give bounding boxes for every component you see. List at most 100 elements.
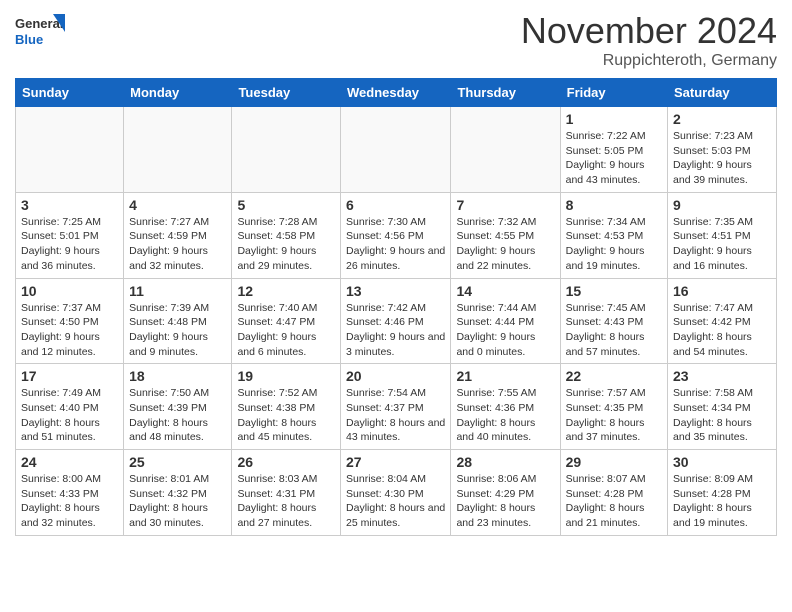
day-info: Sunrise: 8:00 AM Sunset: 4:33 PM Dayligh… [21,472,118,531]
weekday-header-row: Sunday Monday Tuesday Wednesday Thursday… [16,79,777,107]
day-number: 24 [21,454,118,470]
calendar-cell: 12 Sunrise: 7:40 AM Sunset: 4:47 PM Dayli… [232,278,341,364]
day-info: Sunrise: 7:52 AM Sunset: 4:38 PM Dayligh… [237,386,335,445]
calendar-cell: 1Sunrise: 7:22 AM Sunset: 5:05 PM Daylig… [560,107,667,193]
calendar-cell: 25 Sunrise: 8:01 AM Sunset: 4:32 PM Dayli… [124,450,232,536]
day-number: 20 [346,368,445,384]
week-row-3: 10 Sunrise: 7:37 AM Sunset: 4:50 PM Dayli… [16,278,777,364]
header-wednesday: Wednesday [341,79,451,107]
calendar-cell: 26 Sunrise: 8:03 AM Sunset: 4:31 PM Dayli… [232,450,341,536]
header-thursday: Thursday [451,79,560,107]
calendar-cell: 3 Sunrise: 7:25 AM Sunset: 5:01 PM Daylig… [16,192,124,278]
day-info: Sunrise: 7:44 AM Sunset: 4:44 PM Dayligh… [456,301,554,360]
day-info: Sunrise: 7:47 AM Sunset: 4:42 PM Dayligh… [673,301,771,360]
day-number: 5 [237,197,335,213]
day-number: 25 [129,454,226,470]
calendar-cell: 8 Sunrise: 7:34 AM Sunset: 4:53 PM Daylig… [560,192,667,278]
day-info: Sunrise: 7:34 AM Sunset: 4:53 PM Dayligh… [566,215,662,274]
day-number: 1 [566,111,662,127]
day-info: Sunrise: 7:55 AM Sunset: 4:36 PM Dayligh… [456,386,554,445]
title-section: November 2024 Ruppichteroth, Germany [521,10,777,70]
calendar-cell: 29 Sunrise: 8:07 AM Sunset: 4:28 PM Dayli… [560,450,667,536]
calendar-cell: 19 Sunrise: 7:52 AM Sunset: 4:38 PM Dayli… [232,364,341,450]
calendar-cell: 18 Sunrise: 7:50 AM Sunset: 4:39 PM Dayli… [124,364,232,450]
day-number: 9 [673,197,771,213]
calendar-cell: 30 Sunrise: 8:09 AM Sunset: 4:28 PM Dayli… [668,450,777,536]
day-number: 13 [346,283,445,299]
day-number: 27 [346,454,445,470]
day-info: Sunrise: 7:25 AM Sunset: 5:01 PM Dayligh… [21,215,118,274]
day-info: Sunrise: 7:30 AM Sunset: 4:56 PM Dayligh… [346,215,445,274]
day-number: 23 [673,368,771,384]
calendar-cell [124,107,232,193]
day-info: Sunrise: 7:40 AM Sunset: 4:47 PM Dayligh… [237,301,335,360]
page: General Blue November 2024 Ruppichteroth… [0,0,792,546]
day-info: Sunrise: 7:35 AM Sunset: 4:51 PM Dayligh… [673,215,771,274]
day-number: 6 [346,197,445,213]
svg-text:Blue: Blue [15,32,43,47]
day-number: 19 [237,368,335,384]
calendar-cell: 28 Sunrise: 8:06 AM Sunset: 4:29 PM Dayli… [451,450,560,536]
day-info: Sunrise: 8:06 AM Sunset: 4:29 PM Dayligh… [456,472,554,531]
day-number: 18 [129,368,226,384]
day-number: 30 [673,454,771,470]
calendar-cell: 2 Sunrise: 7:23 AM Sunset: 5:03 PM Daylig… [668,107,777,193]
day-number: 22 [566,368,662,384]
day-info: Sunrise: 8:09 AM Sunset: 4:28 PM Dayligh… [673,472,771,531]
day-number: 7 [456,197,554,213]
logo: General Blue [15,10,69,54]
calendar-cell: 24 Sunrise: 8:00 AM Sunset: 4:33 PM Dayli… [16,450,124,536]
day-info: Sunrise: 7:27 AM Sunset: 4:59 PM Dayligh… [129,215,226,274]
calendar-cell: 15Sunrise: 7:45 AM Sunset: 4:43 PM Dayli… [560,278,667,364]
day-info: Sunrise: 8:07 AM Sunset: 4:28 PM Dayligh… [566,472,662,531]
day-number: 4 [129,197,226,213]
location: Ruppichteroth, Germany [521,52,777,70]
calendar-cell: 9 Sunrise: 7:35 AM Sunset: 4:51 PM Daylig… [668,192,777,278]
header-friday: Friday [560,79,667,107]
day-number: 17 [21,368,118,384]
day-number: 16 [673,283,771,299]
day-info: Sunrise: 7:39 AM Sunset: 4:48 PM Dayligh… [129,301,226,360]
calendar-cell: 22 Sunrise: 7:57 AM Sunset: 4:35 PM Dayli… [560,364,667,450]
calendar: Sunday Monday Tuesday Wednesday Thursday… [15,78,777,536]
calendar-cell: 21Sunrise: 7:55 AM Sunset: 4:36 PM Dayli… [451,364,560,450]
day-info: Sunrise: 7:50 AM Sunset: 4:39 PM Dayligh… [129,386,226,445]
day-info: Sunrise: 7:49 AM Sunset: 4:40 PM Dayligh… [21,386,118,445]
calendar-cell [16,107,124,193]
day-info: Sunrise: 7:58 AM Sunset: 4:34 PM Dayligh… [673,386,771,445]
day-info: Sunrise: 7:45 AM Sunset: 4:43 PM Dayligh… [566,301,662,360]
day-info: Sunrise: 7:54 AM Sunset: 4:37 PM Dayligh… [346,386,445,445]
header-sunday: Sunday [16,79,124,107]
calendar-cell [341,107,451,193]
day-number: 12 [237,283,335,299]
day-number: 11 [129,283,226,299]
day-info: Sunrise: 8:04 AM Sunset: 4:30 PM Dayligh… [346,472,445,531]
day-number: 2 [673,111,771,127]
day-info: Sunrise: 8:01 AM Sunset: 4:32 PM Dayligh… [129,472,226,531]
header-saturday: Saturday [668,79,777,107]
calendar-cell [232,107,341,193]
day-info: Sunrise: 7:57 AM Sunset: 4:35 PM Dayligh… [566,386,662,445]
calendar-cell: 27 Sunrise: 8:04 AM Sunset: 4:30 PM Dayli… [341,450,451,536]
day-number: 28 [456,454,554,470]
calendar-cell: 6 Sunrise: 7:30 AM Sunset: 4:56 PM Daylig… [341,192,451,278]
day-number: 29 [566,454,662,470]
calendar-cell: 11 Sunrise: 7:39 AM Sunset: 4:48 PM Dayli… [124,278,232,364]
day-info: Sunrise: 7:23 AM Sunset: 5:03 PM Dayligh… [673,129,771,188]
day-info: Sunrise: 8:03 AM Sunset: 4:31 PM Dayligh… [237,472,335,531]
week-row-2: 3 Sunrise: 7:25 AM Sunset: 5:01 PM Daylig… [16,192,777,278]
calendar-cell: 17 Sunrise: 7:49 AM Sunset: 4:40 PM Dayli… [16,364,124,450]
day-info: Sunrise: 7:28 AM Sunset: 4:58 PM Dayligh… [237,215,335,274]
calendar-cell: 10 Sunrise: 7:37 AM Sunset: 4:50 PM Dayli… [16,278,124,364]
calendar-cell: 14 Sunrise: 7:44 AM Sunset: 4:44 PM Dayli… [451,278,560,364]
day-number: 3 [21,197,118,213]
day-number: 14 [456,283,554,299]
day-info: Sunrise: 7:37 AM Sunset: 4:50 PM Dayligh… [21,301,118,360]
calendar-cell: 16 Sunrise: 7:47 AM Sunset: 4:42 PM Dayli… [668,278,777,364]
day-number: 10 [21,283,118,299]
calendar-cell: 23 Sunrise: 7:58 AM Sunset: 4:34 PM Dayli… [668,364,777,450]
day-number: 8 [566,197,662,213]
day-number: 26 [237,454,335,470]
day-info: Sunrise: 7:32 AM Sunset: 4:55 PM Dayligh… [456,215,554,274]
calendar-cell [451,107,560,193]
